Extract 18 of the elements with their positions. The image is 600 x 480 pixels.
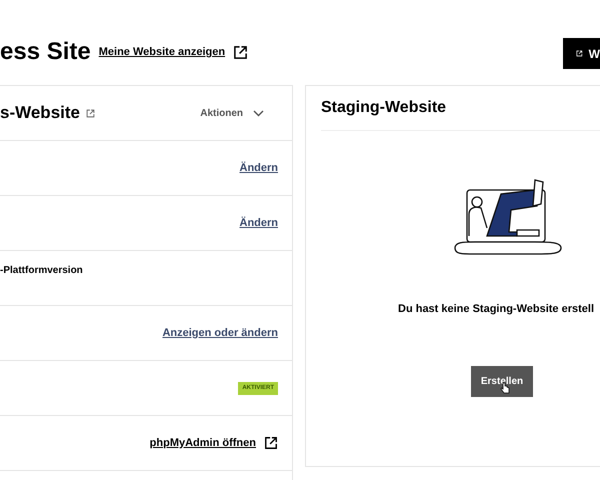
chevron-down-icon bbox=[253, 110, 264, 116]
change-link[interactable]: Ändern bbox=[240, 214, 278, 232]
create-button[interactable]: Erstellen bbox=[471, 366, 533, 396]
external-link-icon bbox=[264, 436, 278, 450]
empty-state-message: Du hast keine Staging-Website erstell bbox=[398, 302, 596, 317]
change-link[interactable]: Anzeigen oder ändern bbox=[162, 324, 278, 342]
row-label: -Plattformversion bbox=[0, 264, 83, 278]
page-title: ess Site bbox=[0, 40, 91, 64]
actions-dropdown[interactable]: Aktionen bbox=[200, 106, 264, 120]
card-title: Staging-Website bbox=[321, 98, 446, 118]
external-link-icon bbox=[576, 49, 583, 58]
change-link[interactable]: Ändern bbox=[240, 160, 278, 176]
view-website-link[interactable]: Meine Website anzeigen bbox=[98, 44, 226, 60]
phpmyadmin-link[interactable]: phpMyAdmin öffnen bbox=[150, 434, 256, 452]
external-link-icon bbox=[86, 108, 95, 118]
external-link-icon bbox=[233, 44, 248, 60]
card-title: s-Website bbox=[0, 102, 80, 124]
website-button[interactable]: W bbox=[563, 38, 600, 69]
